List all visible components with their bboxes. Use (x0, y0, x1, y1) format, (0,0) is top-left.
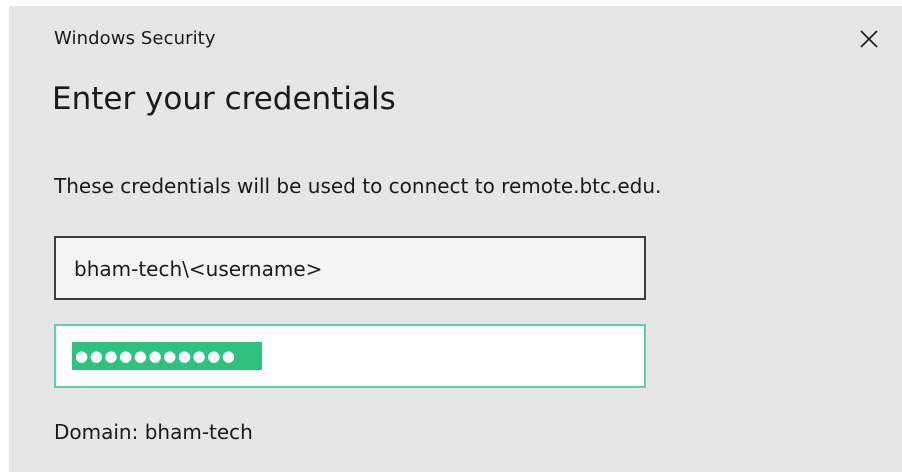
close-button[interactable] (851, 21, 887, 57)
username-field[interactable]: bham-tech\<username> (54, 236, 646, 300)
close-icon (860, 30, 878, 48)
dialog-message: These credentials will be used to connec… (54, 174, 662, 198)
dialog-heading: Enter your credentials (52, 81, 396, 117)
username-value: bham-tech\<username> (74, 257, 323, 281)
domain-label: Domain: bham-tech (54, 420, 253, 444)
password-value: ●●●●●●●●●●● (72, 342, 262, 370)
password-field[interactable]: ●●●●●●●●●●● (54, 324, 646, 388)
credentials-dialog: Windows Security Enter your credentials … (9, 6, 902, 472)
window-title: Windows Security (54, 28, 216, 49)
